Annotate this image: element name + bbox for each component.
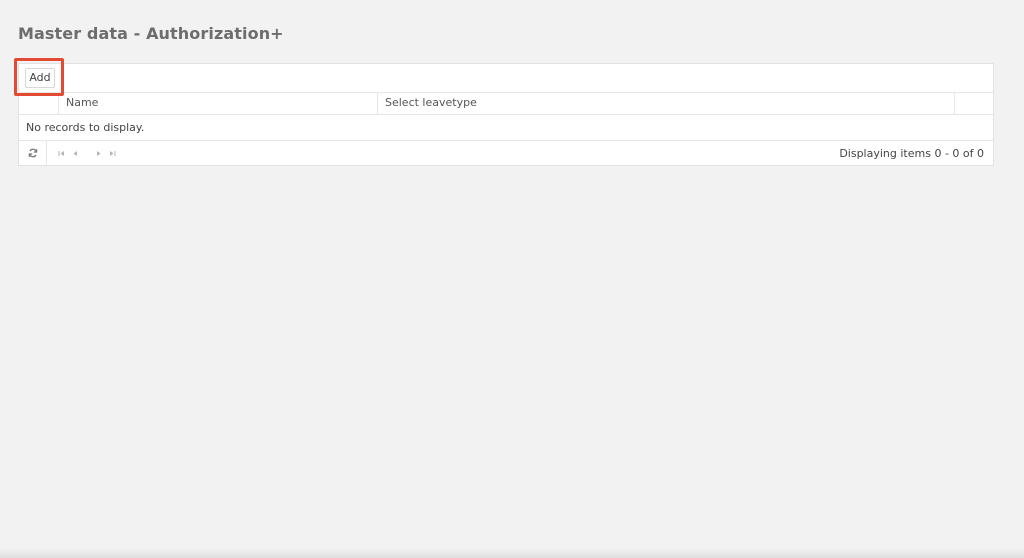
bottom-shade <box>0 548 1024 558</box>
grid-pager: Displaying items 0 - 0 of 0 <box>19 141 993 165</box>
header-spacer <box>19 92 59 114</box>
refresh-icon <box>28 148 37 158</box>
data-grid: Add Name Select leavetype No records to … <box>18 63 994 166</box>
last-page-button[interactable] <box>107 148 117 158</box>
first-page-button[interactable] <box>56 148 66 158</box>
column-header-name[interactable]: Name <box>59 92 378 114</box>
last-page-icon <box>109 150 115 156</box>
next-page-icon <box>96 150 100 156</box>
page-title: Master data - Authorization+ <box>18 24 284 43</box>
pager-info: Displaying items 0 - 0 of 0 <box>839 147 984 160</box>
column-header-leavetype[interactable]: Select leavetype <box>378 92 955 114</box>
next-page-button[interactable] <box>93 148 103 158</box>
header-filler <box>955 92 993 114</box>
add-button[interactable]: Add <box>25 68 55 88</box>
grid-header: Name Select leavetype <box>19 92 993 115</box>
first-page-icon <box>58 150 64 156</box>
empty-message: No records to display. <box>19 115 993 141</box>
prev-page-button[interactable] <box>70 148 80 158</box>
prev-page-icon <box>73 150 77 156</box>
grid-toolbar: Add <box>19 64 993 93</box>
refresh-button[interactable] <box>19 141 47 165</box>
